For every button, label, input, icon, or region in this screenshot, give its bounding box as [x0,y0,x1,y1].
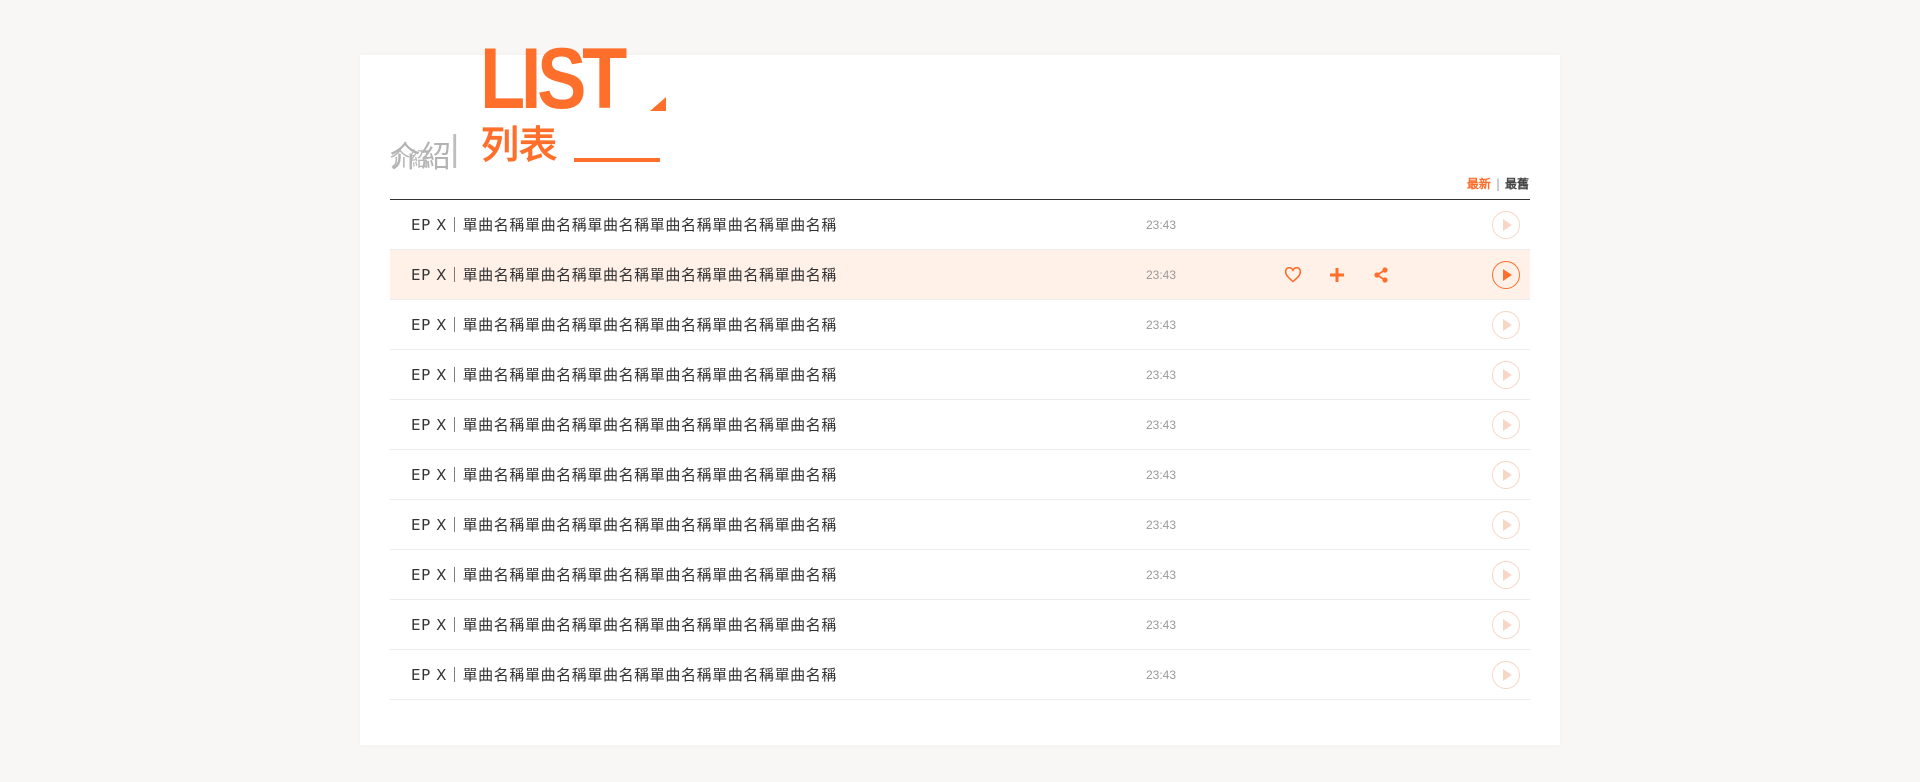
sort-toggle: 最新 | 最舊 [1467,175,1529,192]
episode-row[interactable]: EP X｜單曲名稱單曲名稱單曲名稱單曲名稱單曲名稱單曲名稱 23:43 [390,300,1530,350]
play-icon [1503,268,1512,281]
banner-triangle-decoration [650,97,666,111]
episode-duration: 23:43 [1146,617,1177,632]
tab-intro[interactable]: 介紹 介紹 [390,132,452,176]
banner-list-word: LIST [480,31,627,127]
play-button[interactable] [1492,660,1520,689]
tab-list[interactable]: 列表 [481,123,557,167]
episode-title[interactable]: EP X｜單曲名稱單曲名稱單曲名稱單曲名稱單曲名稱單曲名稱 [411,364,837,385]
tab-separator: | [449,130,460,168]
sort-separator: | [1495,176,1500,191]
play-icon [1503,618,1512,631]
episode-title[interactable]: EP X｜單曲名稱單曲名稱單曲名稱單曲名稱單曲名稱單曲名稱 [411,564,837,585]
episode-title[interactable]: EP X｜單曲名稱單曲名稱單曲名稱單曲名稱單曲名稱單曲名稱 [411,514,837,535]
play-icon [1503,418,1512,431]
episode-duration: 23:43 [1146,367,1177,382]
sort-newest-button[interactable]: 最新 [1467,175,1491,192]
episode-duration: 23:43 [1146,467,1177,482]
episode-duration: 23:43 [1146,567,1177,582]
episode-row[interactable]: EP X｜單曲名稱單曲名稱單曲名稱單曲名稱單曲名稱單曲名稱 23:43 [390,450,1530,500]
play-icon [1503,568,1512,581]
episode-duration: 23:43 [1146,667,1177,682]
episode-title[interactable]: EP X｜單曲名稱單曲名稱單曲名稱單曲名稱單曲名稱單曲名稱 [411,214,837,235]
episode-title[interactable]: EP X｜單曲名稱單曲名稱單曲名稱單曲名稱單曲名稱單曲名稱 [411,614,837,635]
episode-list: EP X｜單曲名稱單曲名稱單曲名稱單曲名稱單曲名稱單曲名稱 23:43 EP X｜單… [390,200,1530,700]
share-icon[interactable] [1370,264,1392,286]
episode-duration: 23:43 [1146,517,1177,532]
episode-row[interactable]: EP X｜單曲名稱單曲名稱單曲名稱單曲名稱單曲名稱單曲名稱 23:43 [390,350,1530,400]
episode-duration: 23:43 [1146,317,1177,332]
episode-duration: 23:43 [1146,267,1177,282]
play-icon [1503,218,1512,231]
play-button[interactable] [1492,360,1520,389]
plus-icon[interactable] [1326,264,1348,286]
episode-title[interactable]: EP X｜單曲名稱單曲名稱單曲名稱單曲名稱單曲名稱單曲名稱 [411,414,837,435]
episode-title[interactable]: EP X｜單曲名稱單曲名稱單曲名稱單曲名稱單曲名稱單曲名稱 [411,464,837,485]
play-icon [1503,368,1512,381]
play-icon [1503,668,1512,681]
episode-duration: 23:43 [1146,217,1177,232]
play-icon [1503,468,1512,481]
play-button[interactable] [1492,260,1520,289]
play-button[interactable] [1492,610,1520,639]
episode-row[interactable]: EP X｜單曲名稱單曲名稱單曲名稱單曲名稱單曲名稱單曲名稱 23:43 [390,400,1530,450]
episode-title[interactable]: EP X｜單曲名稱單曲名稱單曲名稱單曲名稱單曲名稱單曲名稱 [411,314,837,335]
episode-title[interactable]: EP X｜單曲名稱單曲名稱單曲名稱單曲名稱單曲名稱單曲名稱 [411,264,837,285]
play-button[interactable] [1492,510,1520,539]
episode-row[interactable]: EP X｜單曲名稱單曲名稱單曲名稱單曲名稱單曲名稱單曲名稱 23:43 [390,200,1530,250]
play-icon [1503,318,1512,331]
play-button[interactable] [1492,310,1520,339]
episode-duration: 23:43 [1146,417,1177,432]
play-button[interactable] [1492,410,1520,439]
episode-title[interactable]: EP X｜單曲名稱單曲名稱單曲名稱單曲名稱單曲名稱單曲名稱 [411,664,837,685]
tab-list-underline [574,158,660,162]
play-button[interactable] [1492,460,1520,489]
heart-icon[interactable] [1282,264,1304,286]
tab-intro-shadow: 介紹 [390,147,429,171]
episode-row[interactable]: EP X｜單曲名稱單曲名稱單曲名稱單曲名稱單曲名稱單曲名稱 23:43 [390,550,1530,600]
episode-row[interactable]: EP X｜單曲名稱單曲名稱單曲名稱單曲名稱單曲名稱單曲名稱 23:43 [390,250,1530,300]
episode-row[interactable]: EP X｜單曲名稱單曲名稱單曲名稱單曲名稱單曲名稱單曲名稱 23:43 [390,650,1530,700]
episode-row[interactable]: EP X｜單曲名稱單曲名稱單曲名稱單曲名稱單曲名稱單曲名稱 23:43 [390,600,1530,650]
play-button[interactable] [1492,560,1520,589]
play-button[interactable] [1492,210,1520,239]
sort-oldest-button[interactable]: 最舊 [1505,175,1529,192]
episode-actions [1282,264,1392,286]
play-icon [1503,518,1512,531]
episode-row[interactable]: EP X｜單曲名稱單曲名稱單曲名稱單曲名稱單曲名稱單曲名稱 23:43 [390,500,1530,550]
